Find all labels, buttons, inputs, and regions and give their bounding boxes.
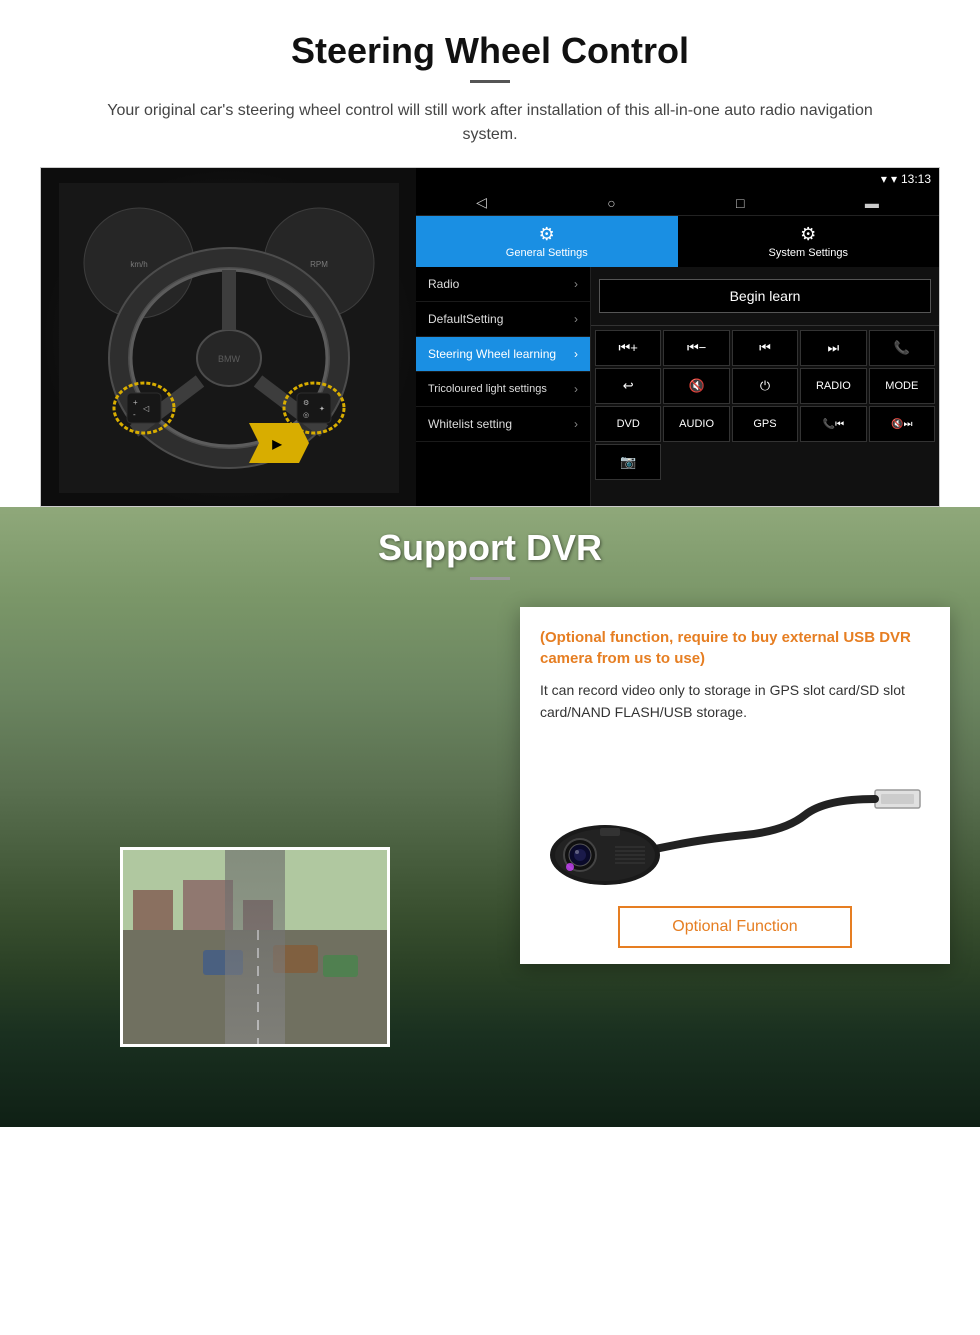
ctrl-prev-track[interactable]: ⏮: [732, 330, 798, 366]
ctrl-hangup[interactable]: ↩: [595, 368, 661, 404]
tab-system-label: System Settings: [769, 247, 848, 259]
ctrl-mute-next[interactable]: 🔇⏭: [869, 406, 935, 442]
dvr-section: Support DVR: [0, 507, 980, 1127]
control-grid: ⏮+ ⏮− ⏮ ⏭ 📞 ↩ 🔇 ⏻ RADIO MODE DVD AUDIO: [591, 326, 939, 484]
signal-icon: ▾: [891, 172, 897, 186]
ctrl-power[interactable]: ⏻: [732, 368, 798, 404]
menu-radio-label: Radio: [428, 277, 459, 291]
title-divider: [470, 80, 510, 83]
svg-text:-: -: [133, 410, 136, 419]
android-settings-ui: ▾ ▾ 13:13 ◁ ○ □ ▬ ⚙ General Settings ⚙ S…: [416, 168, 939, 506]
ctrl-mute[interactable]: 🔇: [663, 368, 729, 404]
dvr-divider: [470, 577, 510, 580]
svg-text:RPM: RPM: [310, 260, 328, 269]
dvr-bg-inner: Support DVR: [0, 507, 980, 1127]
back-nav-icon[interactable]: ◁: [476, 194, 487, 211]
svg-text:+: +: [133, 398, 138, 407]
nav-bar: ◁ ○ □ ▬: [416, 190, 939, 216]
ctrl-vol-down[interactable]: ⏮−: [663, 330, 729, 366]
chevron-icon: ›: [574, 277, 578, 291]
menu-whitelist-label: Whitelist setting: [428, 417, 512, 431]
menu-item-radio[interactable]: Radio ›: [416, 267, 590, 302]
menu-default-label: DefaultSetting: [428, 312, 503, 326]
settings-content: Begin learn ⏮+ ⏮− ⏮ ⏭ 📞 ↩ 🔇 ⏻: [591, 267, 939, 506]
steering-wheel-image: km/h RPM BMW +: [41, 168, 416, 507]
svg-text:⚙: ⚙: [303, 399, 309, 407]
dvr-background: Support DVR: [0, 507, 980, 1127]
steering-section: Steering Wheel Control Your original car…: [0, 0, 980, 507]
demo-container: km/h RPM BMW +: [40, 167, 940, 507]
steering-subtitle: Your original car's steering wheel contr…: [80, 99, 900, 147]
chevron-icon: ›: [574, 382, 578, 396]
menu-steering-label: Steering Wheel learning: [428, 347, 556, 361]
ctrl-camera[interactable]: 📷: [595, 444, 661, 480]
dvr-title: Support DVR: [0, 527, 980, 569]
chevron-icon: ›: [574, 312, 578, 326]
menu-item-steering[interactable]: Steering Wheel learning ›: [416, 337, 590, 372]
status-bar: ▾ ▾ 13:13: [416, 168, 939, 190]
tab-general-settings[interactable]: ⚙ General Settings: [416, 216, 678, 267]
ctrl-dvd[interactable]: DVD: [595, 406, 661, 442]
begin-learn-button[interactable]: Begin learn: [599, 279, 931, 313]
ctrl-phone[interactable]: 📞: [869, 330, 935, 366]
dvr-camera-svg: [545, 735, 925, 895]
ctrl-phone-prev[interactable]: 📞⏮: [800, 406, 866, 442]
steering-title: Steering Wheel Control: [40, 30, 940, 72]
dvr-camera-image: [540, 740, 930, 890]
dvr-body-text: It can record video only to storage in G…: [540, 679, 930, 724]
svg-text:km/h: km/h: [130, 260, 147, 269]
gear-icon: ⚙: [539, 224, 555, 245]
recent-nav-icon[interactable]: □: [736, 195, 744, 211]
dvr-info-card: (Optional function, require to buy exter…: [520, 607, 950, 964]
chevron-icon: ›: [574, 417, 578, 431]
menu-item-default[interactable]: DefaultSetting ›: [416, 302, 590, 337]
settings-menu: Radio › DefaultSetting › Steering Wheel …: [416, 267, 591, 506]
ctrl-radio[interactable]: RADIO: [800, 368, 866, 404]
wifi-icon: ▾: [881, 172, 887, 186]
ctrl-gps[interactable]: GPS: [732, 406, 798, 442]
steering-wheel-svg: km/h RPM BMW +: [59, 183, 399, 493]
svg-text:◎: ◎: [303, 412, 309, 419]
settings-body: Radio › DefaultSetting › Steering Wheel …: [416, 267, 939, 506]
home-nav-icon[interactable]: ○: [607, 195, 615, 211]
dvr-title-block: Support DVR: [0, 507, 980, 590]
system-gear-icon: ⚙: [800, 224, 816, 245]
begin-learn-row: Begin learn: [591, 267, 939, 326]
dvr-optional-notice: (Optional function, require to buy exter…: [540, 627, 930, 669]
svg-text:✦: ✦: [319, 405, 325, 413]
dashcam-road: [225, 850, 285, 1044]
status-time: 13:13: [901, 172, 931, 186]
dashcam-preview: [120, 847, 390, 1047]
tab-general-label: General Settings: [506, 247, 588, 259]
svg-text:▶: ▶: [271, 437, 282, 451]
ctrl-vol-up[interactable]: ⏮+: [595, 330, 661, 366]
ctrl-audio[interactable]: AUDIO: [663, 406, 729, 442]
menu-item-whitelist[interactable]: Whitelist setting ›: [416, 407, 590, 442]
optional-function-button[interactable]: Optional Function: [618, 906, 852, 948]
menu-tricolour-label: Tricoloured light settings: [428, 383, 547, 395]
menu-item-tricolour[interactable]: Tricoloured light settings ›: [416, 372, 590, 407]
ctrl-next-track[interactable]: ⏭: [800, 330, 866, 366]
ctrl-mode[interactable]: MODE: [869, 368, 935, 404]
tab-system-settings[interactable]: ⚙ System Settings: [678, 216, 940, 267]
settings-tabs: ⚙ General Settings ⚙ System Settings: [416, 216, 939, 267]
svg-text:◁: ◁: [143, 404, 150, 413]
menu-nav-icon[interactable]: ▬: [865, 195, 879, 211]
svg-text:BMW: BMW: [218, 354, 241, 364]
chevron-icon: ›: [574, 347, 578, 361]
